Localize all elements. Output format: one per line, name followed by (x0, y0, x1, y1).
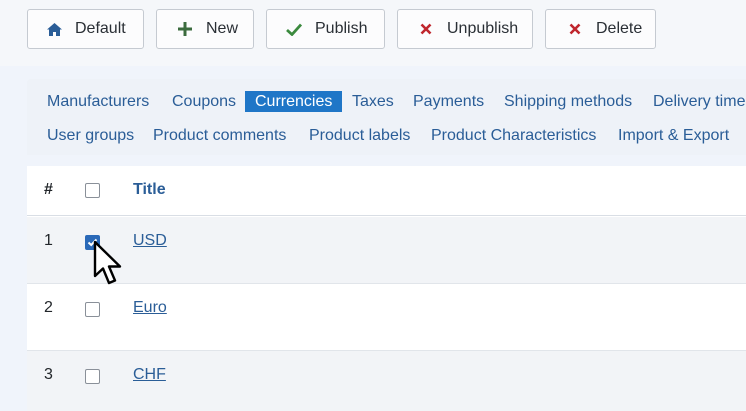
x-icon (417, 20, 435, 38)
table-row: 1 USD (27, 217, 746, 284)
submenu-item-currencies[interactable]: Currencies (245, 91, 343, 112)
row-number: 1 (44, 232, 53, 249)
new-button[interactable]: New (156, 9, 254, 49)
row-checkbox[interactable] (85, 302, 100, 317)
submenu-item-shipping-methods[interactable]: Shipping methods (504, 92, 632, 111)
table-header: # Title (27, 166, 746, 216)
submenu-item-product-labels[interactable]: Product labels (309, 126, 410, 145)
unpublish-button[interactable]: Unpublish (397, 9, 533, 49)
delete-button-label: Delete (596, 20, 643, 37)
checkmark-icon (87, 238, 98, 247)
submenu: Manufacturers Coupons Currencies Taxes P… (27, 79, 746, 155)
table-row: 2 Euro (27, 284, 746, 351)
check-icon (285, 20, 303, 38)
select-all-checkbox[interactable] (85, 183, 100, 198)
submenu-item-user-groups[interactable]: User groups (47, 126, 134, 145)
publish-button-label: Publish (315, 20, 368, 37)
publish-button[interactable]: Publish (266, 9, 385, 49)
currency-title-link[interactable]: Euro (133, 299, 167, 317)
row-number: 2 (44, 299, 53, 316)
plus-icon (176, 20, 194, 38)
submenu-item-coupons[interactable]: Coupons (172, 92, 236, 111)
submenu-item-product-characteristics[interactable]: Product Characteristics (431, 126, 596, 145)
unpublish-button-label: Unpublish (447, 20, 519, 37)
submenu-item-import-export[interactable]: Import & Export (618, 126, 729, 145)
submenu-item-manufacturers[interactable]: Manufacturers (47, 92, 149, 111)
column-header-number: # (44, 181, 53, 198)
currencies-table: # Title 1 USD 2 Euro 3 CHF (27, 166, 746, 411)
new-button-label: New (206, 20, 239, 37)
currency-title-link[interactable]: CHF (133, 366, 166, 384)
submenu-item-payments[interactable]: Payments (413, 92, 484, 111)
delete-button[interactable]: Delete (545, 9, 656, 49)
column-header-title[interactable]: Title (133, 181, 166, 199)
table-row: 3 CHF (27, 351, 746, 411)
submenu-item-taxes[interactable]: Taxes (352, 92, 394, 111)
currency-title-link[interactable]: USD (133, 232, 167, 250)
row-checkbox[interactable] (85, 369, 100, 384)
default-button[interactable]: Default (27, 9, 144, 49)
row-number: 3 (44, 366, 53, 383)
submenu-item-product-comments[interactable]: Product comments (153, 126, 286, 145)
row-checkbox[interactable] (85, 235, 100, 250)
home-icon (45, 20, 63, 38)
default-button-label: Default (75, 20, 126, 37)
submenu-item-delivery-time[interactable]: Delivery time (653, 92, 745, 111)
toolbar: Default New Publish Unpublish Delete (0, 0, 746, 66)
x-icon (566, 20, 584, 38)
